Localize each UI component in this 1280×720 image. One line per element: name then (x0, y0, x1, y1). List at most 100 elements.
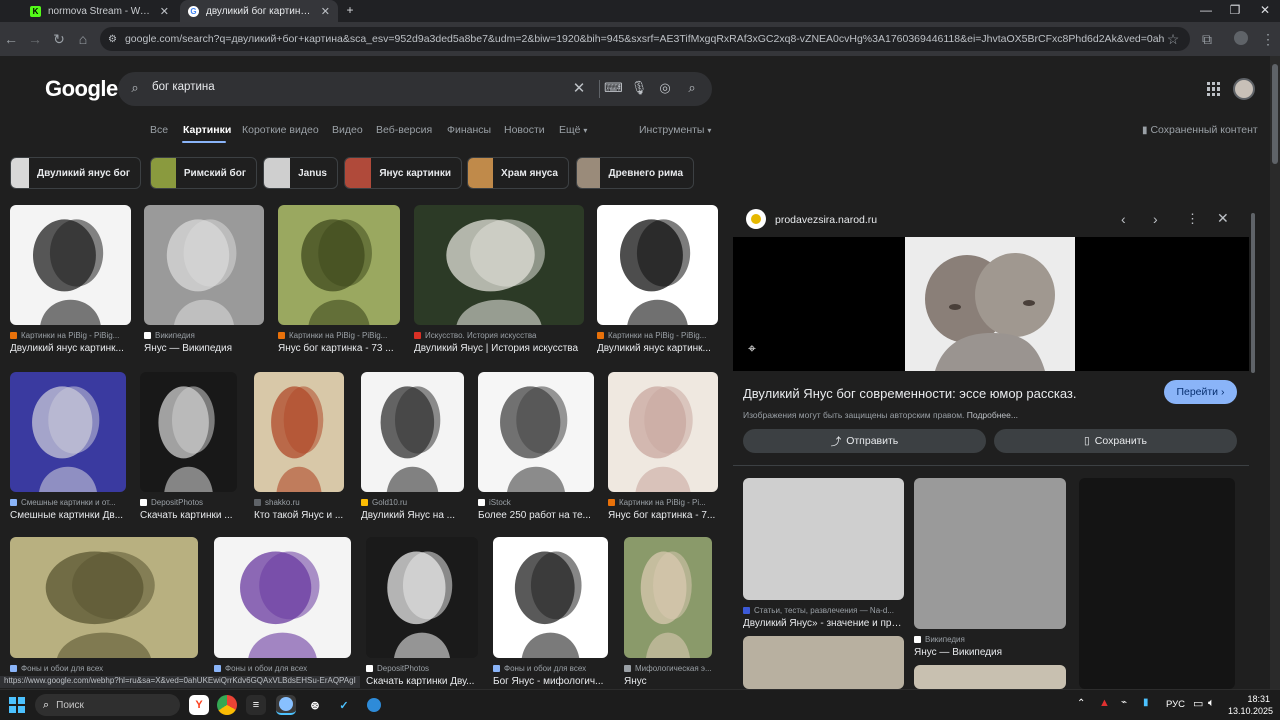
preview-title[interactable]: Двуликий Янус бог современности: эссе юм… (743, 386, 1077, 401)
close-tab-icon[interactable]: ✕ (321, 5, 330, 18)
related-thumbnail[interactable] (743, 478, 904, 600)
search-input[interactable] (152, 81, 532, 93)
browser-active-icon[interactable] (276, 695, 296, 715)
result-thumbnail[interactable] (493, 537, 608, 658)
image-result[interactable]: iStock Более 250 работ на те... (478, 372, 594, 521)
related-thumbnail[interactable] (914, 478, 1066, 629)
prev-image-icon[interactable]: ‹ (1121, 211, 1126, 227)
google-logo[interactable]: Google (45, 76, 118, 102)
tray-app-icon[interactable]: ⌁ (1121, 697, 1127, 708)
profile-icon[interactable] (1232, 31, 1250, 48)
tab-google-search[interactable]: G двуликий бог картина - Поис ✕ (180, 0, 338, 22)
image-result[interactable]: shakko.ru Кто такой Янус и ... (254, 372, 344, 521)
result-title[interactable]: Янус бог картинка - 73 ... (278, 343, 400, 354)
result-thumbnail[interactable] (414, 205, 584, 325)
yandex-icon[interactable]: Y (189, 695, 209, 715)
result-thumbnail[interactable] (478, 372, 594, 492)
site-name[interactable]: prodavezsira.narod.ru (775, 214, 877, 226)
result-thumbnail[interactable] (361, 372, 464, 492)
account-avatar[interactable] (1233, 78, 1255, 100)
tab-finance[interactable]: Финансы (447, 124, 491, 136)
network-icon[interactable]: ▭ (1193, 697, 1203, 710)
tab-videos[interactable]: Видео (332, 124, 363, 136)
related-title[interactable]: Двуликий Янус» - значение и про... (743, 618, 904, 629)
taskbar-search[interactable]: ⌕ Поиск (35, 694, 180, 716)
result-thumbnail[interactable] (140, 372, 237, 492)
clear-icon[interactable]: ✕ (570, 79, 588, 97)
result-title[interactable]: Двуликий Янус | История искусства (414, 343, 584, 354)
lens-icon[interactable]: ◎ (656, 80, 674, 96)
result-thumbnail[interactable] (214, 537, 351, 658)
result-thumbnail[interactable] (10, 372, 126, 492)
tab-all[interactable]: Все (150, 124, 168, 136)
tab-images[interactable]: Картинки (183, 124, 231, 136)
result-title[interactable]: Двуликий янус картинк... (10, 343, 131, 354)
bookmark-star-icon[interactable]: ☆ (1164, 31, 1182, 47)
related-thumbnail[interactable] (1079, 478, 1235, 689)
menu-icon[interactable]: ⋮ (1259, 31, 1277, 47)
panel-scroll-thumb[interactable] (1251, 213, 1255, 373)
site-info-icon[interactable]: ⚙ (108, 34, 117, 45)
image-result[interactable]: Картинки на PiBig - PiBig... Янус бог кар… (278, 205, 400, 354)
result-title[interactable]: Скачать картинки ... (140, 510, 237, 521)
result-title[interactable]: Двуликий янус картинк... (597, 343, 718, 354)
image-result[interactable]: Фоны и обои для всех (214, 537, 351, 673)
result-thumbnail[interactable] (10, 205, 131, 325)
apps-grid-icon[interactable] (1207, 82, 1221, 96)
maximize-button[interactable]: ❐ (1225, 3, 1245, 17)
result-thumbnail[interactable] (608, 372, 718, 492)
share-button[interactable]: ⤴ Отправить (743, 429, 986, 453)
app-icon[interactable]: ≡ (246, 695, 266, 715)
app-icon[interactable] (364, 695, 384, 715)
back-icon[interactable]: ← (2, 31, 20, 47)
related-image[interactable]: Википедия Янус — Википедия (914, 478, 1066, 658)
result-thumbnail[interactable] (10, 537, 198, 658)
result-title[interactable]: Скачать картинки Дву... (366, 676, 478, 687)
image-result[interactable]: Картинки на PiBig - PiBig... Двуликий яну… (10, 205, 131, 354)
close-tab-icon[interactable]: ✕ (160, 5, 169, 18)
image-result[interactable]: Gold10.ru Двуликий Янус на ... (361, 372, 464, 521)
related-image-partial[interactable] (743, 636, 904, 689)
related-chip[interactable]: Римский бог (150, 157, 257, 189)
related-image[interactable] (1079, 478, 1235, 689)
result-thumbnail[interactable] (597, 205, 718, 325)
panel-scrollbar[interactable] (1250, 203, 1256, 683)
learn-more-link[interactable]: Подробнее... (967, 410, 1018, 420)
result-title[interactable]: Янус бог картинка - 7... (608, 510, 718, 521)
address-bar[interactable]: ⚙ google.com/search?q=двуликий+бог+карти… (100, 27, 1190, 51)
clock[interactable]: 18:31 13.10.2025 (1228, 693, 1273, 717)
tab-more[interactable]: Ещё ▾ (559, 124, 587, 136)
related-chip[interactable]: Древнего рима (576, 157, 694, 189)
language-indicator[interactable]: РУС (1166, 699, 1185, 710)
image-result[interactable]: Википедия Янус — Википедия (144, 205, 264, 354)
result-title[interactable]: Более 250 работ на те... (478, 510, 594, 521)
search-box[interactable]: ⌕ ✕ ⌨ 🎙︎ ◎ ⌕ (118, 72, 712, 106)
minimize-button[interactable]: — (1196, 3, 1216, 17)
result-title[interactable]: Янус (624, 676, 712, 687)
tray-app-icon[interactable]: ▲ (1099, 697, 1110, 709)
related-chip[interactable]: Двуликий янус бог (10, 157, 141, 189)
related-chip[interactable]: Храм януса (467, 157, 569, 189)
result-title[interactable]: Смешные картинки Дв... (10, 510, 126, 521)
image-result[interactable]: Картинки на PiBig - Pi... Янус бог картин… (608, 372, 718, 521)
search-submit-icon[interactable]: ⌕ (683, 80, 701, 96)
related-image-partial[interactable] (914, 665, 1066, 689)
result-title[interactable]: Кто такой Янус и ... (254, 510, 344, 521)
image-result[interactable]: DepositPhotos Скачать картинки Дву... (366, 537, 478, 687)
new-tab-button[interactable]: + (340, 3, 360, 17)
tab-short-videos[interactable]: Короткие видео (242, 124, 319, 136)
app-icon[interactable]: ⊛ (305, 695, 325, 715)
result-thumbnail[interactable] (366, 537, 478, 658)
related-chip[interactable]: Janus (263, 157, 338, 189)
result-title[interactable]: Двуликий Янус на ... (361, 510, 464, 521)
volume-icon[interactable]: 🔈︎ (1208, 697, 1215, 710)
chrome-icon[interactable] (217, 695, 237, 715)
extensions-icon[interactable]: ⧉ (1198, 31, 1216, 47)
page-scrollbar[interactable] (1270, 56, 1280, 689)
image-result[interactable]: Мифологическая э... Янус (624, 537, 712, 687)
result-title[interactable]: Бог Янус - мифологич... (493, 676, 608, 687)
lens-search-icon[interactable]: ⌖ (748, 340, 756, 357)
result-thumbnail[interactable] (254, 372, 344, 492)
tab-news[interactable]: Новости (504, 124, 545, 136)
image-result[interactable]: DepositPhotos Скачать картинки ... (140, 372, 237, 521)
